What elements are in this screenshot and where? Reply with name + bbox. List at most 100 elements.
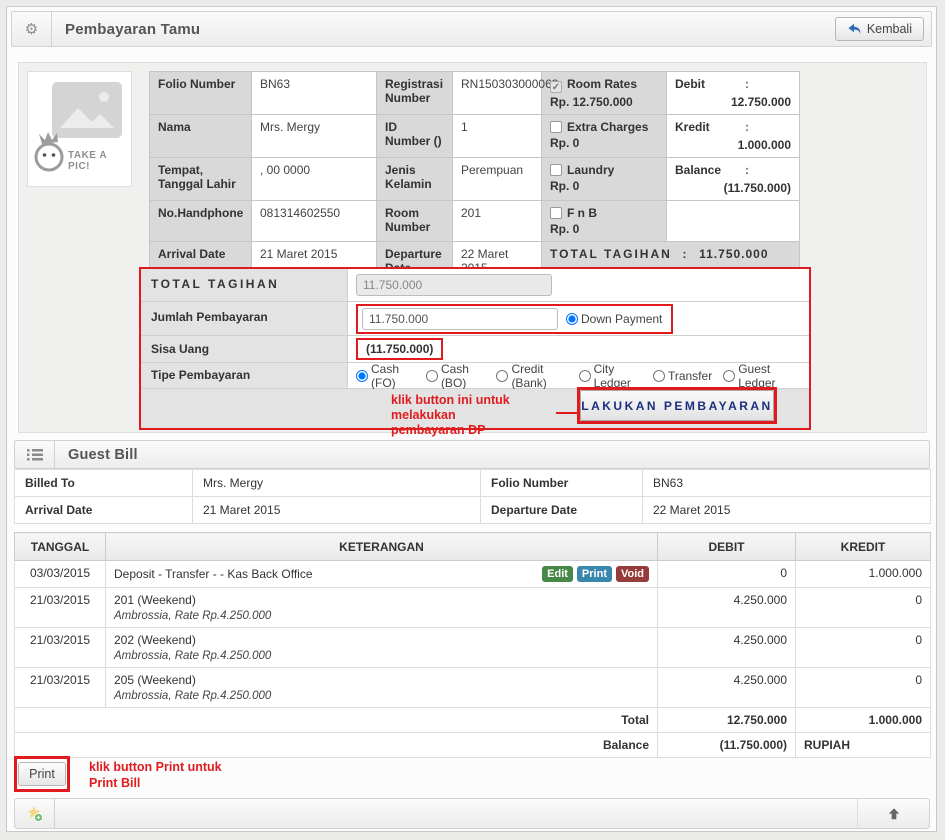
bill-kredit: 0 [796, 668, 931, 708]
charge-amount: Rp. 0 [550, 179, 658, 193]
bill-info-value: 22 Maret 2015 [643, 497, 931, 524]
footer-toolbar [14, 798, 930, 829]
bill-row: 21/03/2015 201 (Weekend) Ambrossia, Rate… [15, 588, 931, 628]
field-value: BN63 [252, 72, 377, 115]
col-header-tanggal: TANGGAL [15, 533, 106, 561]
up-arrow-icon [887, 807, 901, 821]
bill-info-value: Mrs. Mergy [193, 470, 481, 497]
bill-description: 202 (Weekend) Ambrossia, Rate Rp.4.250.0… [106, 628, 658, 668]
total-kredit: 1.000.000 [796, 708, 931, 733]
field-label: No.Handphone [150, 201, 252, 242]
field-value: , 00 0000 [252, 158, 377, 201]
laundry-checkbox[interactable] [550, 164, 562, 176]
bill-debit: 4.250.000 [658, 668, 796, 708]
guest-bill-header: Guest Bill [14, 440, 930, 469]
field-label: Tempat, Tanggal Lahir [150, 158, 252, 201]
payment-type-city-ledger[interactable]: City Ledger [579, 362, 642, 390]
extra-charges-checkbox[interactable] [550, 121, 562, 133]
jumlah-pembayaran-input[interactable] [362, 308, 558, 330]
bill-total-row: Total 12.750.000 1.000.000 [15, 708, 931, 733]
col-header-kredit: KREDIT [796, 533, 931, 561]
fnb-checkbox[interactable] [550, 207, 562, 219]
sisa-uang-value: (11.750.000) [356, 338, 443, 360]
page-header: ⚙ Pembayaran Tamu Kembali [11, 11, 932, 47]
field-label: Jenis Kelamin [377, 158, 453, 201]
bill-debit: 4.250.000 [658, 588, 796, 628]
bill-info-label: Arrival Date [15, 497, 193, 524]
photo-caption: TAKE A PIC! [68, 150, 131, 172]
charge-laundry: Laundry Rp. 0 [542, 158, 667, 201]
total-label: Total [15, 708, 658, 733]
print-button[interactable]: Print [18, 762, 66, 786]
payment-type-cash-fo[interactable]: Cash (FO) [356, 362, 415, 390]
bill-date: 21/03/2015 [15, 588, 106, 628]
col-header-debit: DEBIT [658, 533, 796, 561]
payment-form: TOTAL TAGIHAN Jumlah Pembayaran Down Pay… [139, 267, 811, 430]
payment-type-guest-ledger[interactable]: Guest Ledger [723, 362, 796, 390]
print-annotation: klik button Print untuk Print Bill [89, 759, 222, 791]
sisa-uang-label: Sisa Uang [141, 336, 348, 362]
bill-date: 21/03/2015 [15, 628, 106, 668]
summary-debit: Debit: 12.750.000 [667, 72, 800, 115]
bill-kredit: 0 [796, 628, 931, 668]
total-tagihan-input [356, 274, 552, 296]
bill-description: 201 (Weekend) Ambrossia, Rate Rp.4.250.0… [106, 588, 658, 628]
field-value: RN150303000063 [453, 72, 542, 115]
bill-note: Ambrossia, Rate Rp.4.250.000 [114, 690, 649, 702]
bill-kredit: 0 [796, 588, 931, 628]
edit-badge-button[interactable]: Edit [542, 566, 573, 582]
payment-type-options: Cash (FO) Cash (BO) Credit (Bank) City L… [348, 363, 809, 388]
room-rates-checkbox[interactable] [550, 81, 562, 93]
scroll-to-top-button[interactable] [857, 799, 929, 828]
list-icon [15, 441, 55, 468]
add-note-icon[interactable] [15, 799, 55, 828]
bill-row: 21/03/2015 205 (Weekend) Ambrossia, Rate… [15, 668, 931, 708]
void-badge-button[interactable]: Void [616, 566, 649, 582]
bill-description: 205 (Weekend) Ambrossia, Rate Rp.4.250.0… [106, 668, 658, 708]
charge-amount: Rp. 0 [550, 222, 658, 236]
total-tagihan-label: TOTAL TAGIHAN [141, 269, 348, 301]
guest-photo-placeholder[interactable]: TAKE A PIC! [27, 71, 132, 187]
balance-label: Balance [15, 733, 658, 758]
summary-empty [667, 201, 800, 242]
payment-type-cash-bo[interactable]: Cash (BO) [426, 362, 486, 390]
field-value: Mrs. Mergy [252, 115, 377, 158]
col-header-keterangan: KETERANGAN [106, 533, 658, 561]
balance-currency: RUPIAH [796, 733, 931, 758]
charge-room-rates: Room Rates Rp. 12.750.000 [542, 72, 667, 115]
summary-balance: Balance: (11.750.000) [667, 158, 800, 201]
submit-highlight-box: LAKUKAN PEMBAYARAN [577, 387, 777, 424]
charge-amount: Rp. 12.750.000 [550, 95, 658, 109]
charge-extra-charges: Extra Charges Rp. 0 [542, 115, 667, 158]
back-button[interactable]: Kembali [835, 17, 924, 41]
dp-annotation: klik button ini untuk melakukan pembayar… [391, 393, 576, 438]
jumlah-highlight-box: Down Payment [356, 304, 673, 334]
bill-debit: 4.250.000 [658, 628, 796, 668]
field-value: 081314602550 [252, 201, 377, 242]
guest-bill-title: Guest Bill [55, 441, 138, 468]
mascot-face-icon [34, 132, 68, 174]
bill-info-table: Billed To Mrs. Mergy Folio Number BN63 A… [14, 469, 931, 524]
tipe-pembayaran-label: Tipe Pembayaran [141, 363, 348, 388]
payment-type-transfer[interactable]: Transfer [653, 369, 712, 383]
payment-type-credit-bank[interactable]: Credit (Bank) [496, 362, 567, 390]
field-label: Registrasi Number [377, 72, 453, 115]
back-button-label: Kembali [867, 22, 912, 36]
down-payment-option[interactable]: Down Payment [566, 312, 662, 326]
lakukan-pembayaran-button[interactable]: LAKUKAN PEMBAYARAN [580, 390, 774, 421]
image-placeholder-icon [52, 82, 122, 138]
charge-fnb: F n B Rp. 0 [542, 201, 667, 242]
bill-info-label: Billed To [15, 470, 193, 497]
field-label: ID Number () [377, 115, 453, 158]
down-payment-radio[interactable] [566, 313, 578, 325]
bill-note: Ambrossia, Rate Rp.4.250.000 [114, 650, 649, 662]
guest-info-table: Folio Number BN63 Registrasi Number RN15… [149, 71, 800, 281]
print-badge-button[interactable]: Print [577, 566, 612, 582]
guest-bill-table: TANGGAL KETERANGAN DEBIT KREDIT 03/03/20… [14, 532, 931, 758]
page-title: Pembayaran Tamu [52, 12, 200, 46]
bill-info-value: BN63 [643, 470, 931, 497]
bill-info-value: 21 Maret 2015 [193, 497, 481, 524]
field-value: Perempuan [453, 158, 542, 201]
guest-payment-panel: TAKE A PIC! Folio Number BN63 Registrasi… [18, 62, 927, 433]
gear-icon: ⚙ [12, 12, 52, 46]
